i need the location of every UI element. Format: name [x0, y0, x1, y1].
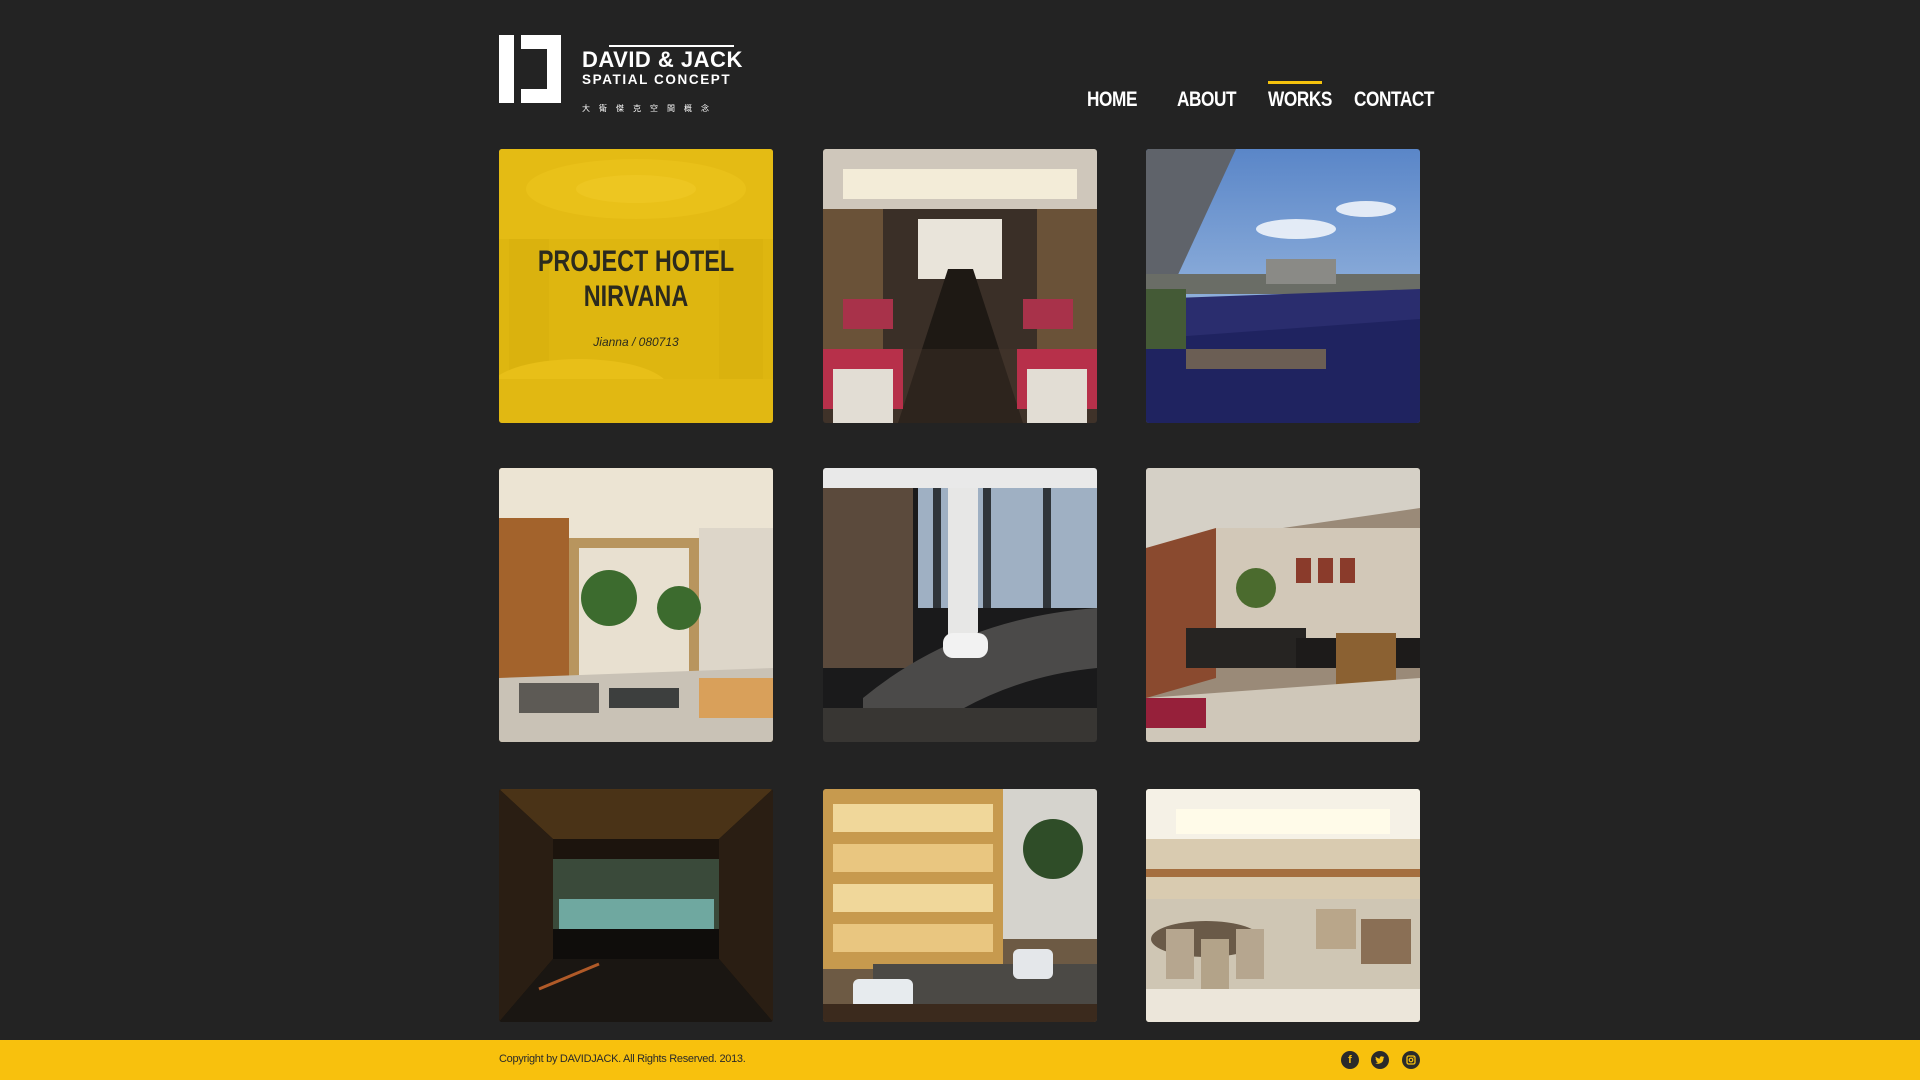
conference-room-image	[823, 149, 1097, 423]
gallery-tile-dining[interactable]	[1146, 789, 1420, 1022]
dining-room-image	[1146, 789, 1420, 1022]
gallery-tile-lounge[interactable]	[823, 468, 1097, 742]
gallery-tile-rooftop-pool[interactable]	[1146, 149, 1420, 423]
lobby-image	[499, 468, 773, 742]
gallery-tile-featured[interactable]: PROJECT HOTEL NIRVANA Jianna / 080713	[499, 149, 773, 423]
copyright-text: Copyright by DAVIDJACK. All Rights Reser…	[499, 1053, 746, 1065]
featured-title-line2: NIRVANA	[583, 280, 689, 313]
featured-project-meta: Jianna / 080713	[593, 335, 679, 349]
gallery-tile-conference-room[interactable]	[823, 149, 1097, 423]
featured-project-title: PROJECT HOTEL NIRVANA	[529, 244, 743, 314]
main-nav: HOME ABOUT WORKS CONTACT	[0, 80, 1920, 120]
gallery-tile-brick-lounge[interactable]	[1146, 468, 1420, 742]
nav-item-about[interactable]: ABOUT	[1177, 80, 1237, 120]
nav-item-contact[interactable]: CONTACT	[1354, 80, 1434, 120]
facebook-icon[interactable]: f	[1341, 1051, 1359, 1069]
footer: Copyright by DAVIDJACK. All Rights Reser…	[0, 1040, 1920, 1080]
library-image	[823, 789, 1097, 1022]
gallery-tile-library[interactable]	[823, 789, 1097, 1022]
gallery-tile-corridor[interactable]	[499, 789, 773, 1022]
nav-item-works[interactable]: WORKS	[1268, 80, 1332, 120]
corridor-image	[499, 789, 773, 1022]
nav-item-home[interactable]: HOME	[1087, 80, 1137, 120]
rooftop-pool-image	[1146, 149, 1420, 423]
nav-active-indicator	[1268, 81, 1322, 84]
twitter-icon[interactable]	[1371, 1051, 1389, 1069]
brick-lounge-image	[1146, 468, 1420, 742]
page: DAVID & JACK SPATIAL CONCEPT 大衛傑克空間概念 HO…	[0, 0, 1920, 1080]
featured-title-line1: PROJECT HOTEL	[537, 245, 735, 278]
instagram-icon[interactable]	[1402, 1051, 1420, 1069]
gallery-tile-lobby[interactable]	[499, 468, 773, 742]
brand-name: DAVID & JACK	[582, 47, 743, 72]
lounge-image	[823, 468, 1097, 742]
